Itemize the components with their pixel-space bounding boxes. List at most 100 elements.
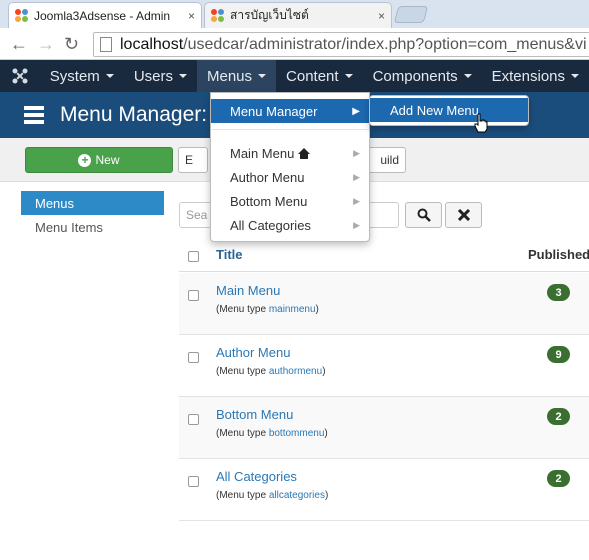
nav-content[interactable]: Content xyxy=(276,60,363,92)
url-path: /usedcar/administrator/index.php?option=… xyxy=(183,35,587,53)
row-checkbox[interactable] xyxy=(188,352,199,363)
select-all-checkbox[interactable] xyxy=(188,251,199,262)
published-count-badge[interactable]: 3 xyxy=(547,284,570,301)
row-checkbox[interactable] xyxy=(188,290,199,301)
menu-title-link[interactable]: Bottom Menu xyxy=(216,407,293,422)
nav-components[interactable]: Components xyxy=(363,60,482,92)
column-published-header[interactable]: Published xyxy=(528,247,589,262)
joomla-favicon-icon xyxy=(15,8,29,23)
menu-item-label: Add New Menu xyxy=(390,102,479,118)
column-title-header[interactable]: Title xyxy=(216,247,243,262)
joomla-logo-icon[interactable] xyxy=(0,60,40,92)
nav-label: Menus xyxy=(206,67,253,85)
page-icon xyxy=(100,37,112,52)
menu-item-author-menu[interactable]: Author Menu ▶ xyxy=(211,165,369,189)
back-arrow-icon[interactable]: ← xyxy=(10,34,28,55)
row-checkbox[interactable] xyxy=(188,476,199,487)
menu-type-prefix: (Menu type xyxy=(216,428,269,439)
tab-close-icon[interactable]: × xyxy=(188,9,195,23)
menu-item-all-categories[interactable]: All Categories ▶ xyxy=(211,213,369,237)
menu-type-suffix: ) xyxy=(324,428,328,439)
nav-label: Users xyxy=(133,67,173,85)
menu-item-menu-manager[interactable]: Menu Manager ▶ xyxy=(211,99,369,123)
nav-system[interactable]: System xyxy=(40,60,124,92)
published-count-badge[interactable]: 9 xyxy=(547,346,570,363)
plus-circle-icon: + xyxy=(78,153,92,167)
menu-type-link[interactable]: mainmenu xyxy=(269,304,316,315)
caret-down-icon xyxy=(105,74,114,78)
menu-item-bottom-menu[interactable]: Bottom Menu ▶ xyxy=(211,189,369,213)
menu-type-link[interactable]: allcategories xyxy=(269,490,325,501)
menu-item-label: Bottom Menu xyxy=(230,193,308,209)
table-header: Title Published xyxy=(179,242,589,272)
browser-tab-joomla[interactable]: Joomla3Adsense - Admin × xyxy=(8,2,202,28)
published-count-badge[interactable]: 2 xyxy=(547,470,570,487)
menu-type-link[interactable]: bottommenu xyxy=(269,428,325,439)
menu-type-link[interactable]: authormenu xyxy=(269,366,322,377)
new-tab-button[interactable] xyxy=(393,6,429,23)
caret-down-icon xyxy=(571,74,579,78)
row-checkbox[interactable] xyxy=(188,414,199,425)
submenu-arrow-icon: ▶ xyxy=(353,171,360,182)
browser-tab-site[interactable]: สารบัญเว็บไซต์ × xyxy=(204,2,392,28)
menu-type-suffix: ) xyxy=(315,304,319,315)
tab-title: Joomla3Adsense - Admin xyxy=(34,8,171,23)
menu-item-label: All Categories xyxy=(230,217,311,233)
browser-tab-bar: Joomla3Adsense - Admin × สารบัญเว็บไซต์ … xyxy=(0,0,589,28)
edit-button[interactable]: E xyxy=(178,147,208,173)
menu-type: (Menu type bottommenu) xyxy=(216,428,328,439)
nav-label: Content xyxy=(286,67,339,85)
close-icon xyxy=(457,209,470,221)
home-icon xyxy=(298,147,311,159)
new-button[interactable]: + New xyxy=(25,147,173,173)
sidebar-item-menu-items[interactable]: Menu Items xyxy=(21,215,164,239)
menu-item-main-menu[interactable]: Main Menu ▶ xyxy=(211,141,369,165)
nav-label: System xyxy=(49,67,100,85)
submenu-arrow-icon: ▶ xyxy=(353,195,360,206)
menus-dropdown: Menu Manager ▶ Main Menu ▶ Author Menu ▶… xyxy=(210,92,370,242)
edit-button-label: E xyxy=(185,153,194,167)
menu-type-suffix: ) xyxy=(324,490,329,501)
hand-pointer-cursor-icon xyxy=(474,113,488,133)
menu-type-prefix: (Menu type xyxy=(216,304,269,315)
tab-title: สารบัญเว็บไซต์ xyxy=(230,8,309,22)
tab-close-icon[interactable]: × xyxy=(378,9,385,23)
search-button[interactable] xyxy=(405,202,442,228)
menu-item-label: Menu Manager xyxy=(230,103,318,119)
menu-title-link[interactable]: All Categories xyxy=(216,469,297,484)
sidebar-item-menus[interactable]: Menus xyxy=(21,191,164,215)
nav-label: Extensions xyxy=(491,67,565,85)
menu-type-prefix: (Menu type xyxy=(216,366,269,377)
new-button-label: New xyxy=(95,153,120,167)
nav-extensions[interactable]: Extensions xyxy=(482,60,589,92)
search-placeholder: Sea xyxy=(186,208,208,222)
nav-label: Components xyxy=(372,67,458,85)
menu-title-link[interactable]: Main Menu xyxy=(216,283,280,298)
rebuild-button-label: uild xyxy=(380,153,399,167)
table-row: Bottom Menu (Menu type bottommenu) 2 xyxy=(179,397,589,459)
table-row: All Categories (Menu type allcategories)… xyxy=(179,459,589,521)
list-icon xyxy=(24,106,44,124)
caret-down-icon xyxy=(258,74,267,78)
published-count-badge[interactable]: 2 xyxy=(547,408,570,425)
reload-icon[interactable]: ↻ xyxy=(64,34,79,55)
forward-arrow-icon[interactable]: → xyxy=(37,34,55,55)
menu-title-link[interactable]: Author Menu xyxy=(216,345,290,360)
admin-top-nav: System Users Menus Content Components Ex… xyxy=(0,60,589,92)
search-icon xyxy=(417,208,431,222)
clear-button[interactable] xyxy=(445,202,482,228)
nav-users[interactable]: Users xyxy=(124,60,197,92)
menu-type: (Menu type authormenu) xyxy=(216,366,326,377)
table-row: Main Menu (Menu type mainmenu) 3 xyxy=(179,273,589,335)
submenu-arrow-icon: ▶ xyxy=(353,219,360,230)
menu-type: (Menu type allcategories) xyxy=(216,490,328,501)
table-row: Author Menu (Menu type authormenu) 9 xyxy=(179,335,589,397)
page-title: Menu Manager: M xyxy=(60,103,231,126)
menu-manager-submenu: Add New Menu xyxy=(369,95,529,126)
nav-menus[interactable]: Menus xyxy=(196,60,277,92)
caret-down-icon xyxy=(463,74,472,78)
menu-item-add-new-menu[interactable]: Add New Menu xyxy=(370,98,528,122)
submenu-arrow-icon: ▶ xyxy=(352,105,360,117)
menu-type-prefix: (Menu type xyxy=(216,490,269,501)
address-bar[interactable]: localhost/usedcar/administrator/index.ph… xyxy=(93,32,589,57)
